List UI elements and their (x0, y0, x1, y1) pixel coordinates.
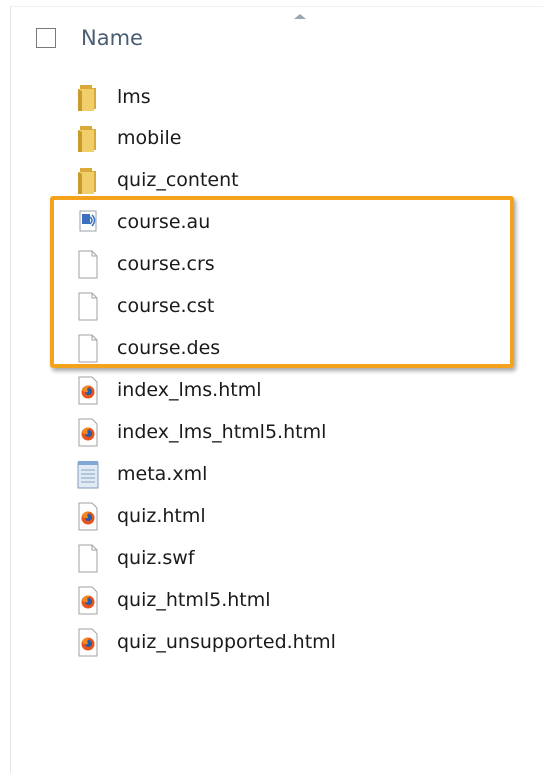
select-all-checkbox[interactable] (36, 28, 56, 48)
list-item-quiz-content[interactable]: quiz_content (70, 163, 530, 197)
file-name: index_lms_html5.html (117, 421, 327, 443)
notepad-file-icon (70, 457, 104, 491)
file-name: lms (117, 86, 151, 108)
firefox-html-icon (70, 583, 104, 617)
folder-icon (70, 121, 104, 155)
highlight-box (50, 196, 514, 368)
column-header[interactable]: Name (10, 6, 543, 68)
list-item-quiz-html5-html[interactable]: quiz_html5.html (70, 583, 530, 617)
file-name: mobile (117, 127, 182, 149)
blank-file-icon (70, 541, 104, 575)
file-name: quiz.swf (117, 547, 195, 569)
name-column-header[interactable]: Name (81, 26, 143, 50)
list-item-meta-xml[interactable]: meta.xml (70, 457, 530, 491)
list-item-index-lms-html[interactable]: index_lms.html (70, 373, 530, 407)
file-name: quiz_html5.html (117, 589, 271, 611)
folder-icon (70, 163, 104, 197)
file-name: quiz_content (117, 169, 239, 191)
list-item-quiz-html[interactable]: quiz.html (70, 499, 530, 533)
firefox-html-icon (70, 373, 104, 407)
file-name: quiz_unsupported.html (117, 631, 336, 653)
folder-icon (70, 80, 104, 114)
list-item-quiz-swf[interactable]: quiz.swf (70, 541, 530, 575)
firefox-html-icon (70, 625, 104, 659)
file-name: index_lms.html (117, 379, 262, 401)
list-item-quiz-unsupported-html[interactable]: quiz_unsupported.html (70, 625, 530, 659)
file-name: quiz.html (117, 505, 206, 527)
list-item-lms[interactable]: lms (70, 80, 530, 114)
firefox-html-icon (70, 499, 104, 533)
sort-ascending-icon[interactable] (294, 14, 306, 19)
firefox-html-icon (70, 415, 104, 449)
list-item-mobile[interactable]: mobile (70, 121, 530, 155)
list-item-index-lms-html5-html[interactable]: index_lms_html5.html (70, 415, 530, 449)
file-name: meta.xml (117, 463, 208, 485)
